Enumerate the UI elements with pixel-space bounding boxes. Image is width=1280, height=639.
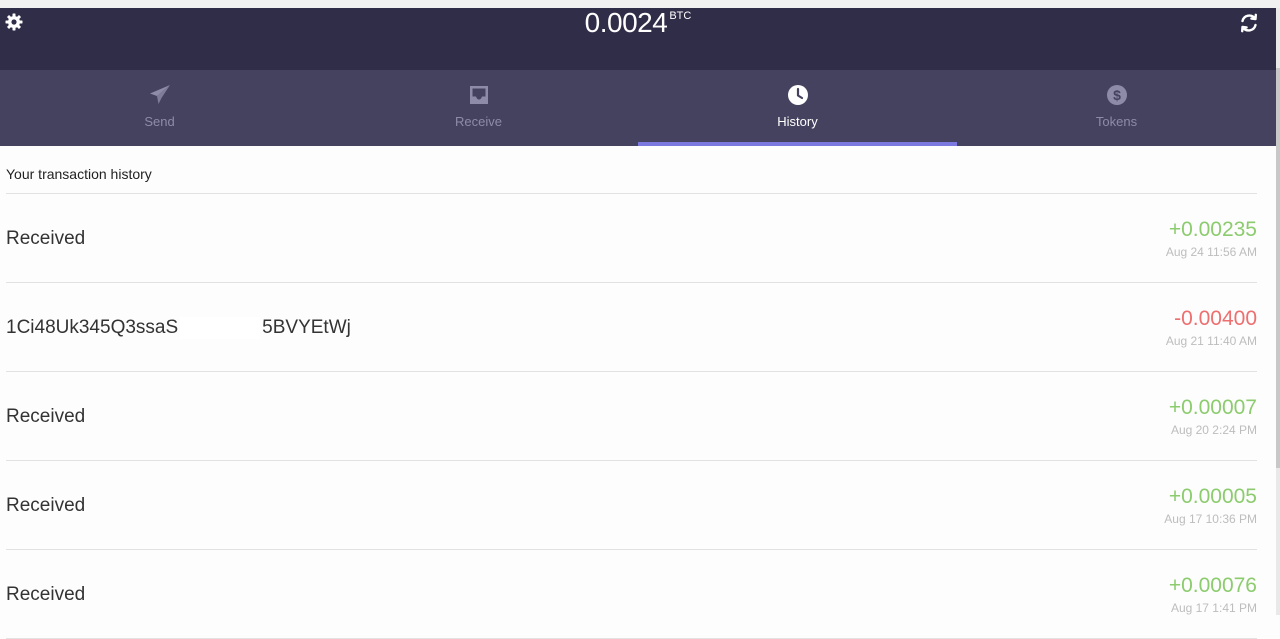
- transaction-amount: -0.00400: [1174, 307, 1257, 330]
- transaction-date: Aug 21 11:40 AM: [1165, 334, 1257, 348]
- transaction-amount: +0.00005: [1168, 485, 1257, 508]
- send-icon: [149, 84, 171, 106]
- transaction-row[interactable]: Received +0.00076 Aug 17 1:41 PM: [6, 550, 1257, 639]
- transaction-row[interactable]: Received +0.00235 Aug 24 11:56 AM: [6, 194, 1257, 283]
- tab-bar: Send Receive History $ Tokens: [0, 70, 1276, 146]
- balance-display: 0.0024 BTC: [0, 8, 1276, 38]
- wallet-app: 0.0024 BTC Send Receive History $ Tokens…: [0, 8, 1276, 639]
- transaction-list: Received +0.00235 Aug 24 11:56 AM 1Ci48U…: [6, 193, 1257, 639]
- transaction-amount: +0.00076: [1168, 574, 1257, 597]
- scrollbar-thumb[interactable]: [1276, 68, 1280, 468]
- transaction-label: Received: [6, 584, 86, 605]
- transaction-label: Received: [6, 495, 86, 516]
- transaction-date: Aug 17 1:41 PM: [1170, 601, 1257, 615]
- tab-history[interactable]: History: [638, 70, 957, 146]
- refresh-icon[interactable]: [1238, 12, 1260, 34]
- transaction-label: Received: [6, 406, 86, 427]
- dollar-coin-icon: $: [1106, 84, 1128, 106]
- history-panel: Your transaction history Received +0.002…: [0, 146, 1276, 639]
- tab-send[interactable]: Send: [0, 70, 319, 146]
- transaction-row[interactable]: Received +0.00005 Aug 17 10:36 PM: [6, 461, 1257, 550]
- transaction-date: Aug 20 2:24 PM: [1170, 423, 1257, 437]
- transaction-date: Aug 17 10:36 PM: [1164, 512, 1257, 526]
- address-redaction: [180, 317, 261, 339]
- address-start: 1Ci48Uk345Q3ssaS: [6, 317, 179, 339]
- section-title: Your transaction history: [6, 166, 152, 182]
- balance-amount: 0.0024: [584, 7, 668, 38]
- transaction-label: Received: [6, 228, 86, 249]
- balance-unit: BTC: [669, 10, 692, 22]
- tab-tokens[interactable]: $ Tokens: [957, 70, 1276, 146]
- transaction-amount: +0.00235: [1168, 218, 1257, 241]
- scrollbar[interactable]: [1276, 8, 1280, 615]
- clock-icon: [787, 84, 809, 106]
- transaction-amount: +0.00007: [1168, 396, 1257, 419]
- tab-receive[interactable]: Receive: [319, 70, 638, 146]
- tab-send-label: Send: [144, 114, 175, 129]
- tab-receive-label: Receive: [455, 114, 502, 129]
- transaction-row[interactable]: Received +0.00007 Aug 20 2:24 PM: [6, 372, 1257, 461]
- transaction-row[interactable]: 1Ci48Uk345Q3ssaS 5BVYEtWj -0.00400 Aug 21…: [6, 283, 1257, 372]
- transaction-date: Aug 24 11:56 AM: [1165, 245, 1257, 259]
- inbox-icon: [468, 84, 490, 106]
- tab-tokens-label: Tokens: [1095, 114, 1138, 129]
- address-end: 5BVYEtWj: [262, 317, 351, 339]
- header-bar: 0.0024 BTC: [0, 8, 1276, 70]
- tab-history-label: History: [777, 114, 818, 129]
- transaction-address: 1Ci48Uk345Q3ssaS 5BVYEtWj: [6, 317, 351, 339]
- svg-text:$: $: [1113, 87, 1121, 103]
